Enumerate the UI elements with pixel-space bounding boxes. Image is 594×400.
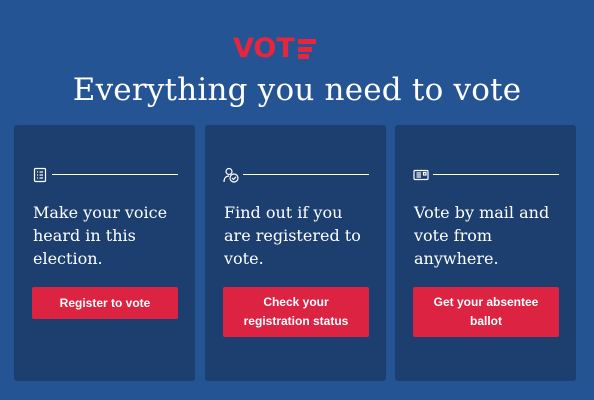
logo-text: VOT <box>233 33 295 64</box>
card-description: Make your voice heard in this election. <box>33 203 168 268</box>
page: VOT Everything you need to vote Make you… <box>0 0 594 400</box>
card-description: Vote by mail and vote from anywhere. <box>414 203 550 268</box>
checklist-icon <box>32 167 48 183</box>
card-absentee: Vote by mail and vote from anywhere. Get… <box>395 125 576 381</box>
card-grid: Make your voice heard in this election. … <box>14 125 580 381</box>
get-absentee-ballot-button[interactable]: Get your absentee ballot <box>413 287 559 337</box>
envelope-icon <box>413 167 429 183</box>
person-check-icon <box>223 167 239 183</box>
card-check-registration: Find out if you are registered to vote. … <box>205 125 386 381</box>
card-divider <box>52 174 178 175</box>
card-register: Make your voice heard in this election. … <box>14 125 195 381</box>
register-to-vote-button[interactable]: Register to vote <box>32 287 178 319</box>
page-title: Everything you need to vote <box>72 72 522 108</box>
card-divider <box>243 174 369 175</box>
logo-e-mark <box>297 39 316 59</box>
card-divider <box>433 174 559 175</box>
card-description: Find out if you are registered to vote. <box>224 203 361 268</box>
vote-logo[interactable]: VOT <box>233 33 316 64</box>
check-registration-button[interactable]: Check your registration status <box>223 287 369 337</box>
